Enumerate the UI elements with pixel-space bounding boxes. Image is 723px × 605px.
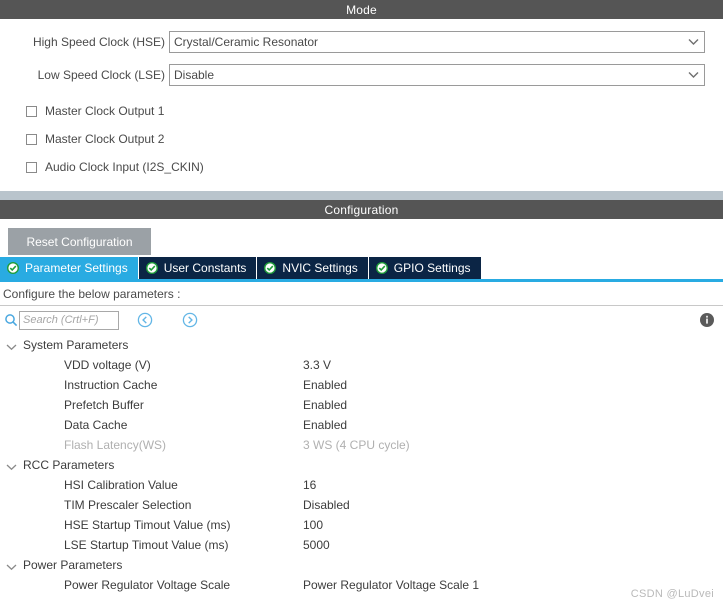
tab-nvic-settings-label: NVIC Settings — [282, 261, 358, 275]
param-value: Enabled — [303, 418, 348, 432]
reset-configuration-button[interactable]: Reset Configuration — [8, 228, 151, 255]
mode-panel: High Speed Clock (HSE) Crystal/Ceramic R… — [0, 31, 723, 191]
param-name: HSE Startup Timout Value (ms) — [64, 518, 231, 532]
hse-clock-value: Crystal/Ceramic Resonator — [174, 35, 319, 49]
tree-group-label: System Parameters — [23, 338, 129, 352]
search-input[interactable] — [19, 310, 119, 330]
chevron-down-icon[interactable] — [6, 560, 17, 571]
param-row-prefetch-buffer[interactable]: Prefetch Buffer Enabled — [0, 395, 723, 415]
configure-hint: Configure the below parameters : — [3, 287, 181, 301]
master-clock-output-2-row[interactable]: Master Clock Output 2 — [26, 131, 723, 147]
check-circle-icon — [145, 261, 158, 275]
param-name: Data Cache — [64, 418, 128, 432]
master-clock-output-2-checkbox[interactable] — [26, 133, 37, 145]
configuration-body: Reset Configuration Parameter Settings U… — [0, 219, 723, 595]
tree-group-label: Power Parameters — [23, 558, 123, 572]
param-name: HSI Calibration Value — [64, 478, 178, 492]
tree-group-system-parameters[interactable]: System Parameters — [0, 335, 723, 355]
tab-gpio-settings[interactable]: GPIO Settings — [368, 257, 482, 279]
parameter-tree: System Parameters VDD voltage (V) 3.3 V … — [0, 334, 723, 595]
reset-button-area: Reset Configuration — [0, 219, 723, 257]
param-row-lse-startup-timeout[interactable]: LSE Startup Timout Value (ms) 5000 — [0, 535, 723, 555]
param-name: LSE Startup Timout Value (ms) — [64, 538, 229, 552]
tree-group-power-parameters[interactable]: Power Parameters — [0, 555, 723, 575]
param-name: Prefetch Buffer — [64, 398, 144, 412]
lse-clock-value: Disable — [174, 68, 215, 82]
tab-parameter-settings[interactable]: Parameter Settings — [0, 257, 139, 279]
master-clock-output-1-row[interactable]: Master Clock Output 1 — [26, 103, 723, 119]
param-value: Enabled — [303, 398, 348, 412]
param-name: VDD voltage (V) — [64, 358, 151, 372]
master-clock-output-2-label: Master Clock Output 2 — [45, 132, 165, 146]
master-clock-output-1-checkbox[interactable] — [26, 105, 37, 117]
tab-gpio-settings-label: GPIO Settings — [393, 261, 471, 275]
tree-group-rcc-parameters[interactable]: RCC Parameters — [0, 455, 723, 475]
param-value: Power Regulator Voltage Scale 1 — [303, 578, 480, 592]
info-icon[interactable] — [699, 312, 715, 328]
circle-right-arrow-icon[interactable] — [182, 312, 198, 328]
chevron-down-icon — [682, 71, 704, 79]
param-value: 100 — [303, 518, 324, 532]
param-value: 3 WS (4 CPU cycle) — [303, 438, 410, 452]
check-circle-icon — [375, 261, 388, 275]
tab-nvic-settings[interactable]: NVIC Settings — [257, 257, 369, 279]
hse-clock-row: High Speed Clock (HSE) Crystal/Ceramic R… — [0, 31, 723, 53]
param-name: Instruction Cache — [64, 378, 158, 392]
lse-clock-row: Low Speed Clock (LSE) Disable — [0, 64, 723, 86]
chevron-down-icon[interactable] — [6, 460, 17, 471]
panel-splitter[interactable] — [0, 191, 723, 200]
param-value: Disabled — [303, 498, 350, 512]
param-name: Flash Latency(WS) — [64, 438, 167, 452]
mode-section-header: Mode — [0, 0, 723, 19]
search-icon — [4, 313, 18, 327]
check-circle-icon — [6, 261, 20, 275]
configuration-section-header: Configuration — [0, 200, 723, 219]
param-row-flash-latency: Flash Latency(WS) 3 WS (4 CPU cycle) — [0, 435, 723, 455]
param-row-tim-prescaler-selection[interactable]: TIM Prescaler Selection Disabled — [0, 495, 723, 515]
param-value: Enabled — [303, 378, 348, 392]
audio-clock-input-checkbox[interactable] — [26, 161, 37, 173]
tab-user-constants[interactable]: User Constants — [138, 257, 258, 279]
configuration-section-title: Configuration — [324, 202, 399, 217]
hse-clock-label: High Speed Clock (HSE) — [32, 35, 165, 49]
chevron-down-icon[interactable] — [6, 340, 17, 351]
hse-clock-select[interactable]: Crystal/Ceramic Resonator — [169, 31, 705, 53]
lse-clock-label: Low Speed Clock (LSE) — [37, 68, 165, 82]
param-value: 3.3 V — [303, 358, 332, 372]
mode-section-title: Mode — [346, 2, 377, 17]
param-row-instruction-cache[interactable]: Instruction Cache Enabled — [0, 375, 723, 395]
param-row-hsi-calibration-value[interactable]: HSI Calibration Value 16 — [0, 475, 723, 495]
search-toolbar — [0, 306, 723, 334]
param-row-hse-startup-timeout[interactable]: HSE Startup Timout Value (ms) 100 — [0, 515, 723, 535]
audio-clock-input-row[interactable]: Audio Clock Input (I2S_CKIN) — [26, 159, 723, 175]
lse-clock-select[interactable]: Disable — [169, 64, 705, 86]
circle-left-arrow-icon[interactable] — [137, 312, 153, 328]
param-value: 16 — [303, 478, 317, 492]
audio-clock-input-label: Audio Clock Input (I2S_CKIN) — [45, 160, 204, 174]
tab-user-constants-label: User Constants — [163, 261, 247, 275]
tab-parameter-settings-label: Parameter Settings — [25, 261, 128, 275]
param-value: 5000 — [303, 538, 330, 552]
param-row-data-cache[interactable]: Data Cache Enabled — [0, 415, 723, 435]
chevron-down-icon — [682, 38, 704, 46]
param-row-vdd-voltage[interactable]: VDD voltage (V) 3.3 V — [0, 355, 723, 375]
param-name: TIM Prescaler Selection — [64, 498, 192, 512]
configuration-tabbar: Parameter Settings User Constants NVIC S… — [0, 257, 723, 279]
param-name: Power Regulator Voltage Scale — [64, 578, 231, 592]
master-clock-output-1-label: Master Clock Output 1 — [45, 104, 165, 118]
watermark: CSDN @LuDvei — [630, 588, 714, 600]
check-circle-icon — [264, 261, 277, 275]
tree-group-label: RCC Parameters — [23, 458, 115, 472]
param-row-power-regulator-voltage-scale[interactable]: Power Regulator Voltage Scale Power Regu… — [0, 575, 723, 595]
